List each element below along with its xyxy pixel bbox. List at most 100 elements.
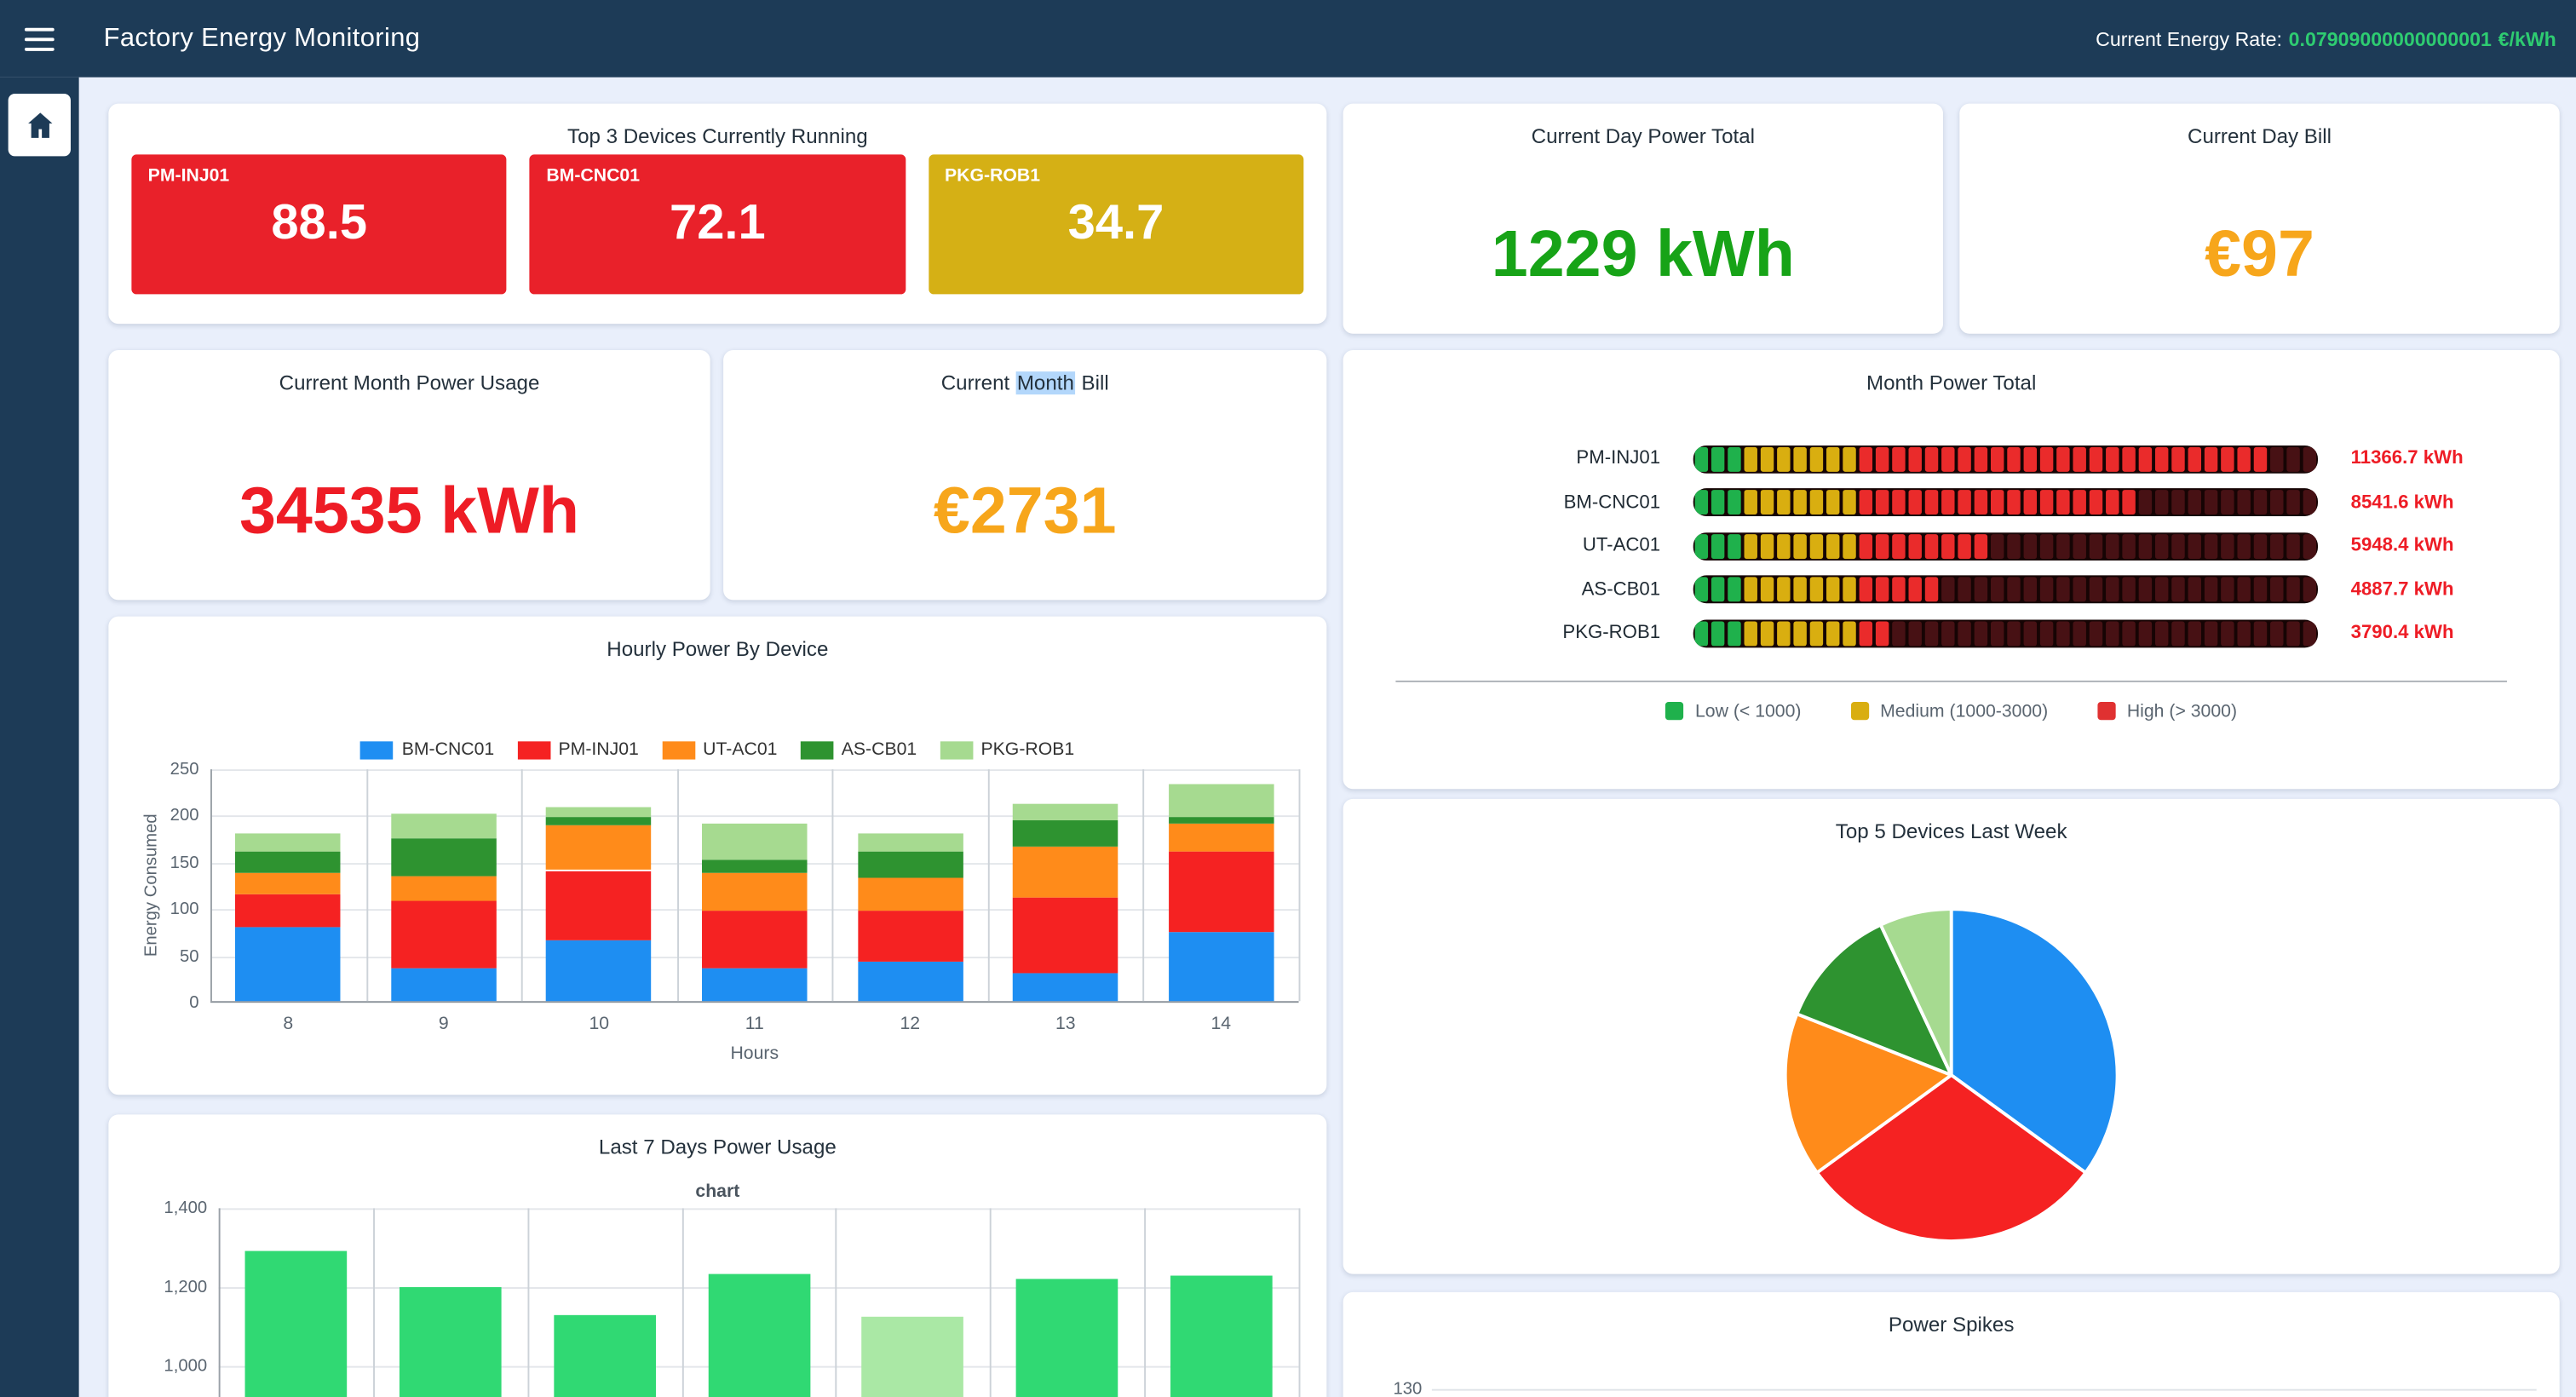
meter-segment [2286,491,2299,515]
meter-segment [1892,621,1905,646]
stacked-bar-segment [1169,784,1274,816]
meter-segment [1695,491,1708,515]
meter-segment [2303,446,2316,471]
meter-segment [2221,534,2234,559]
meter-segment [2171,534,2184,559]
week-plot: 1,4001,2001,000 [219,1208,1299,1397]
meter-segment [1908,491,1921,515]
device-label: PKG-ROB1 [1343,624,1660,643]
card-top5-last-week: Top 5 Devices Last Week [1343,799,2560,1274]
legend-swatch [2097,702,2115,720]
month-total-row: PKG-ROB13790.4 kWh [1343,612,2560,655]
stacked-bar-segment [702,823,808,860]
stacked-bar-segment [391,969,497,1001]
card-title: Current Month Power Usage [108,350,710,394]
meter-segment [1745,534,1757,559]
meter-segment [1777,446,1790,471]
hourly-legend-item[interactable]: PM-INJ01 [517,739,639,759]
gridline [210,769,212,1001]
meter-segment [2090,491,2102,515]
device-tile: BM-CNC0172.1 [530,154,906,294]
stacked-bar-segment [391,877,497,900]
meter-segment [1975,621,1987,646]
gridline [836,1208,837,1397]
home-button[interactable] [9,94,71,156]
meter-segment [1793,534,1806,559]
meter-segment [1908,621,1921,646]
gridline [988,769,990,1001]
daily-usage-bar [1016,1279,1118,1397]
stacked-bar-segment [547,825,653,871]
month-bill-value: €2731 [723,394,1326,600]
meter-segment [2024,578,2037,602]
stacked-bar-segment [858,833,963,852]
hourly-legend-item[interactable]: UT-AC01 [662,739,778,759]
stacked-bar-segment [547,940,653,1001]
meter-segment [2056,491,2069,515]
stacked-bar-segment [1169,932,1274,1001]
meter-segment [1958,534,1970,559]
power-meter-bar [1693,445,2318,473]
meter-segment [1925,446,1938,471]
hourly-legend-item[interactable]: PKG-ROB1 [940,739,1074,759]
home-icon [22,107,57,142]
card-month-power-usage: Current Month Power Usage 34535 kWh [108,350,710,600]
gridline [1299,769,1301,1001]
x-tick-label: 12 [900,1015,920,1034]
device-tile-value: 34.7 [929,196,1304,252]
energy-rate-value: 0.07909000000000001 [2289,27,2492,50]
meter-segment [2286,446,2299,471]
gridline [527,1208,529,1397]
meter-segment [2155,491,2168,515]
meter-segment [2254,578,2267,602]
meter-segment [2007,491,2020,515]
meter-segment [2221,621,2234,646]
card-title: Power Spikes [1343,1292,2560,1337]
gridline [681,1208,683,1397]
daily-usage-bar [554,1314,656,1397]
gridline [373,1208,375,1397]
stacked-bar-segment [1169,816,1274,824]
meter-segment [2270,491,2283,515]
meter-segment [1941,621,1954,646]
meter-segment [2254,621,2267,646]
meter-segment [2270,578,2283,602]
hourly-plot: 050100150200250891011121314 [210,769,1299,1003]
meter-segment [2188,578,2201,602]
meter-segment [2155,446,2168,471]
meter-segment [1843,446,1855,471]
meter-segment [1975,491,1987,515]
stacked-bar-segment [1013,898,1118,974]
meter-segment [2171,491,2184,515]
meter-segment [1975,446,1987,471]
meter-segment [1892,491,1905,515]
y-tick-label: 200 [170,806,199,825]
meter-segment [2056,621,2069,646]
card-power-spikes: Power Spikes 130 [1343,1292,2560,1397]
energy-rate-unit: €/kWh [2498,27,2556,50]
legend-item: Low (< 1000) [1665,701,1801,721]
hourly-legend-item[interactable]: AS-CB01 [800,739,917,759]
month-total-row: AS-CB014887.7 kWh [1343,568,2560,612]
legend-label: PKG-ROB1 [980,739,1074,759]
meter-segment [2106,578,2119,602]
meter-segment [2221,578,2234,602]
stacked-bar-segment [236,873,342,894]
hourly-legend-item[interactable]: BM-CNC01 [360,739,494,759]
y-tick-label: 1,400 [164,1199,207,1218]
y-tick-label: 150 [170,853,199,872]
menu-icon[interactable] [0,27,79,50]
stacked-bar-segment [547,816,653,825]
stacked-bar-segment [391,901,497,969]
y-tick-label: 0 [189,993,198,1013]
meter-segment [1925,491,1938,515]
stacked-bar-segment [236,894,342,926]
meter-segment [1777,491,1790,515]
meter-segment [2024,446,2037,471]
device-kwh-value: 8541.6 kWh [2351,492,2454,512]
meter-segment [1711,534,1724,559]
meter-segment [1941,578,1954,602]
app-title: Factory Energy Monitoring [104,24,421,54]
meter-segment [2303,578,2316,602]
card-title: Month Power Total [1343,350,2560,394]
